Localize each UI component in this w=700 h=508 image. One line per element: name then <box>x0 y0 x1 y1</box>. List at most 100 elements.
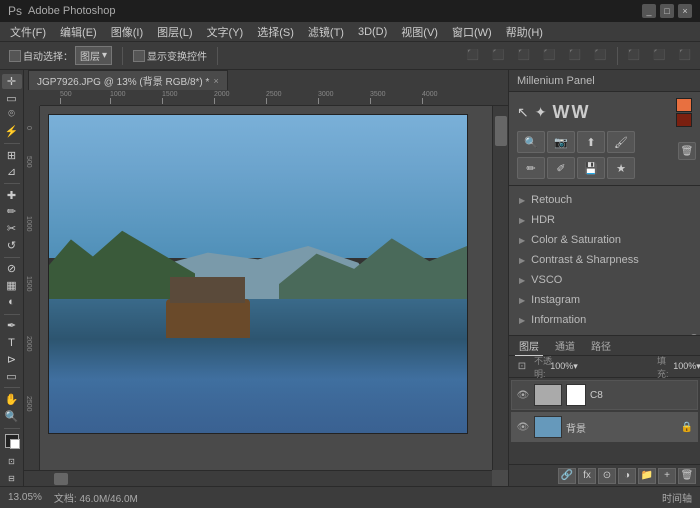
screen-mode[interactable]: ⊟ <box>2 471 22 486</box>
background-color[interactable] <box>10 439 20 449</box>
panel-edit-icon[interactable]: ✐ <box>547 157 575 179</box>
history-brush[interactable]: ↺ <box>2 238 22 253</box>
align-center-v[interactable]: ⬛ <box>564 48 586 63</box>
vertical-scrollbar[interactable] <box>492 106 508 470</box>
menu-view[interactable]: 视图(V) <box>395 22 444 42</box>
panel-icon-group1: 🔍 📷 ⬆ 🖌 <box>517 131 635 153</box>
magic-wand-tool[interactable]: ⚡ <box>2 124 22 139</box>
menu-image[interactable]: 图像(I) <box>105 22 149 42</box>
align-center-h[interactable]: ⬛ <box>487 48 509 63</box>
foreground-color[interactable] <box>5 434 19 448</box>
add-mask[interactable]: ⊙ <box>598 468 616 484</box>
panel-upload-icon[interactable]: ⬆ <box>577 131 605 153</box>
menu-hdr[interactable]: ▶ HDR <box>509 210 700 230</box>
delete-icon[interactable]: 🗑 <box>678 142 696 160</box>
show-controls-option[interactable]: 显示变换控件 <box>128 46 212 65</box>
panel-brush-icon[interactable]: 🖌 <box>607 131 635 153</box>
align-left[interactable]: ⬛ <box>462 48 484 63</box>
clone-tool[interactable]: ✂ <box>2 221 22 236</box>
menu-contrast-sharpness[interactable]: ▶ Contrast & Sharpness <box>509 250 700 270</box>
marquee-tool[interactable]: ▭ <box>2 91 22 106</box>
menu-instagram[interactable]: ▶ Instagram <box>509 290 700 310</box>
menu-layer[interactable]: 图层(L) <box>151 22 198 42</box>
eraser-tool[interactable]: ⊘ <box>2 262 22 277</box>
delete-layer[interactable]: 🗑 <box>678 468 696 484</box>
swatch-dark-red[interactable] <box>676 113 692 127</box>
link-layers[interactable]: 🔗 <box>558 468 576 484</box>
swatch-orange[interactable] <box>676 98 692 112</box>
quick-mask[interactable]: ⊡ <box>2 454 22 469</box>
menu-filter[interactable]: 滤镜(T) <box>302 22 350 42</box>
gradient-tool[interactable]: ▦ <box>2 278 22 293</box>
text-tool[interactable]: T <box>2 335 22 350</box>
path-tool[interactable]: ⊳ <box>2 352 22 367</box>
panel-scroll-area[interactable]: ▶ Retouch ▶ HDR ▶ Color & Saturation ▶ C… <box>509 185 700 335</box>
menu-vsco[interactable]: ▶ VSCO <box>509 270 700 290</box>
add-style[interactable]: fx <box>578 468 596 484</box>
fill-value[interactable]: 100%▾ <box>678 359 696 375</box>
auto-select-checkbox[interactable] <box>9 50 21 62</box>
horizontal-scrollbar[interactable] <box>24 470 492 486</box>
panel-pencil-icon[interactable]: ✏ <box>517 157 545 179</box>
move-tool[interactable]: ✛ <box>2 74 22 89</box>
timeline-label[interactable]: 时间轴 <box>662 490 692 505</box>
panel-save-icon[interactable]: 💾 <box>577 157 605 179</box>
align-bottom[interactable]: ⬛ <box>589 48 611 63</box>
crop-tool[interactable]: ⊞ <box>2 148 22 163</box>
layer-visibility[interactable]: 👁 <box>516 388 530 402</box>
add-adjustment[interactable]: ◑ <box>618 468 636 484</box>
panel-scrollbar-thumb[interactable] <box>690 334 698 335</box>
panel-icon-group2: ✏ ✐ 💾 ★ <box>517 157 635 179</box>
menu-help[interactable]: 帮助(H) <box>500 22 549 42</box>
menu-select[interactable]: 选择(S) <box>251 22 300 42</box>
hscroll-thumb[interactable] <box>54 473 68 485</box>
distribute-h[interactable]: ⬛ <box>623 48 645 63</box>
canvas-wrapper[interactable]: 500 1000 1500 2000 2500 3000 3500 4000 0 <box>24 90 508 486</box>
close-button[interactable]: × <box>678 4 692 18</box>
zoom-tool[interactable]: 🔍 <box>2 409 22 424</box>
channels-tab[interactable]: 通道 <box>551 336 579 355</box>
hand-tool[interactable]: ✋ <box>2 392 22 407</box>
opacity-value[interactable]: 100%▾ <box>555 359 573 375</box>
panel-camera-icon[interactable]: 📷 <box>547 131 575 153</box>
distribute-more[interactable]: ⬛ <box>674 48 696 63</box>
align-right[interactable]: ⬛ <box>513 48 535 63</box>
add-layer[interactable]: + <box>658 468 676 484</box>
layer-c8[interactable]: 👁 C8 <box>511 380 698 410</box>
layers-tab[interactable]: 图层 <box>515 336 543 356</box>
cursor-icon: ↖ <box>517 104 529 121</box>
menu-3d[interactable]: 3D(D) <box>352 24 393 40</box>
menu-information[interactable]: ▶ Information <box>509 310 700 330</box>
doc-size: 文档: 46.0M/46.0M <box>54 490 138 505</box>
layer-background[interactable]: 👁 背景 🔒 <box>511 412 698 442</box>
menu-edit[interactable]: 编辑(E) <box>54 22 103 42</box>
lasso-tool[interactable]: ⌾ <box>2 107 22 122</box>
align-top[interactable]: ⬛ <box>538 48 560 63</box>
panel-zoom-icon[interactable]: 🔍 <box>517 131 545 153</box>
photo-canvas[interactable] <box>48 114 468 434</box>
show-controls-checkbox[interactable] <box>133 50 145 62</box>
vscroll-thumb[interactable] <box>495 116 507 146</box>
dodge-tool[interactable]: ◐ <box>2 295 22 310</box>
layer-bg-visibility[interactable]: 👁 <box>516 420 530 434</box>
blend-mode[interactable]: ⊡ <box>513 359 531 375</box>
add-group[interactable]: 📁 <box>638 468 656 484</box>
brush-tool[interactable]: ✏ <box>2 205 22 220</box>
maximize-button[interactable]: □ <box>660 4 674 18</box>
tab-close-button[interactable]: × <box>213 76 218 86</box>
pen-tool[interactable]: ✒ <box>2 318 22 333</box>
layer-dropdown[interactable]: 图层▾ <box>75 46 112 65</box>
minimize-button[interactable]: _ <box>642 4 656 18</box>
menu-text[interactable]: 文字(Y) <box>201 22 250 42</box>
heal-tool[interactable]: ✚ <box>2 188 22 203</box>
paths-tab[interactable]: 路径 <box>587 336 615 355</box>
panel-star-icon[interactable]: ★ <box>607 157 635 179</box>
menu-color-saturation[interactable]: ▶ Color & Saturation <box>509 230 700 250</box>
distribute-v[interactable]: ⬛ <box>648 48 670 63</box>
menu-file[interactable]: 文件(F) <box>4 22 52 42</box>
menu-retouch[interactable]: ▶ Retouch <box>509 190 700 210</box>
shape-tool[interactable]: ▭ <box>2 369 22 384</box>
document-tab[interactable]: JGP7926.JPG @ 13% (背景 RGB/8*) * × <box>28 70 228 90</box>
eyedrop-tool[interactable]: ⊿ <box>2 164 22 179</box>
menu-window[interactable]: 窗口(W) <box>446 22 498 42</box>
